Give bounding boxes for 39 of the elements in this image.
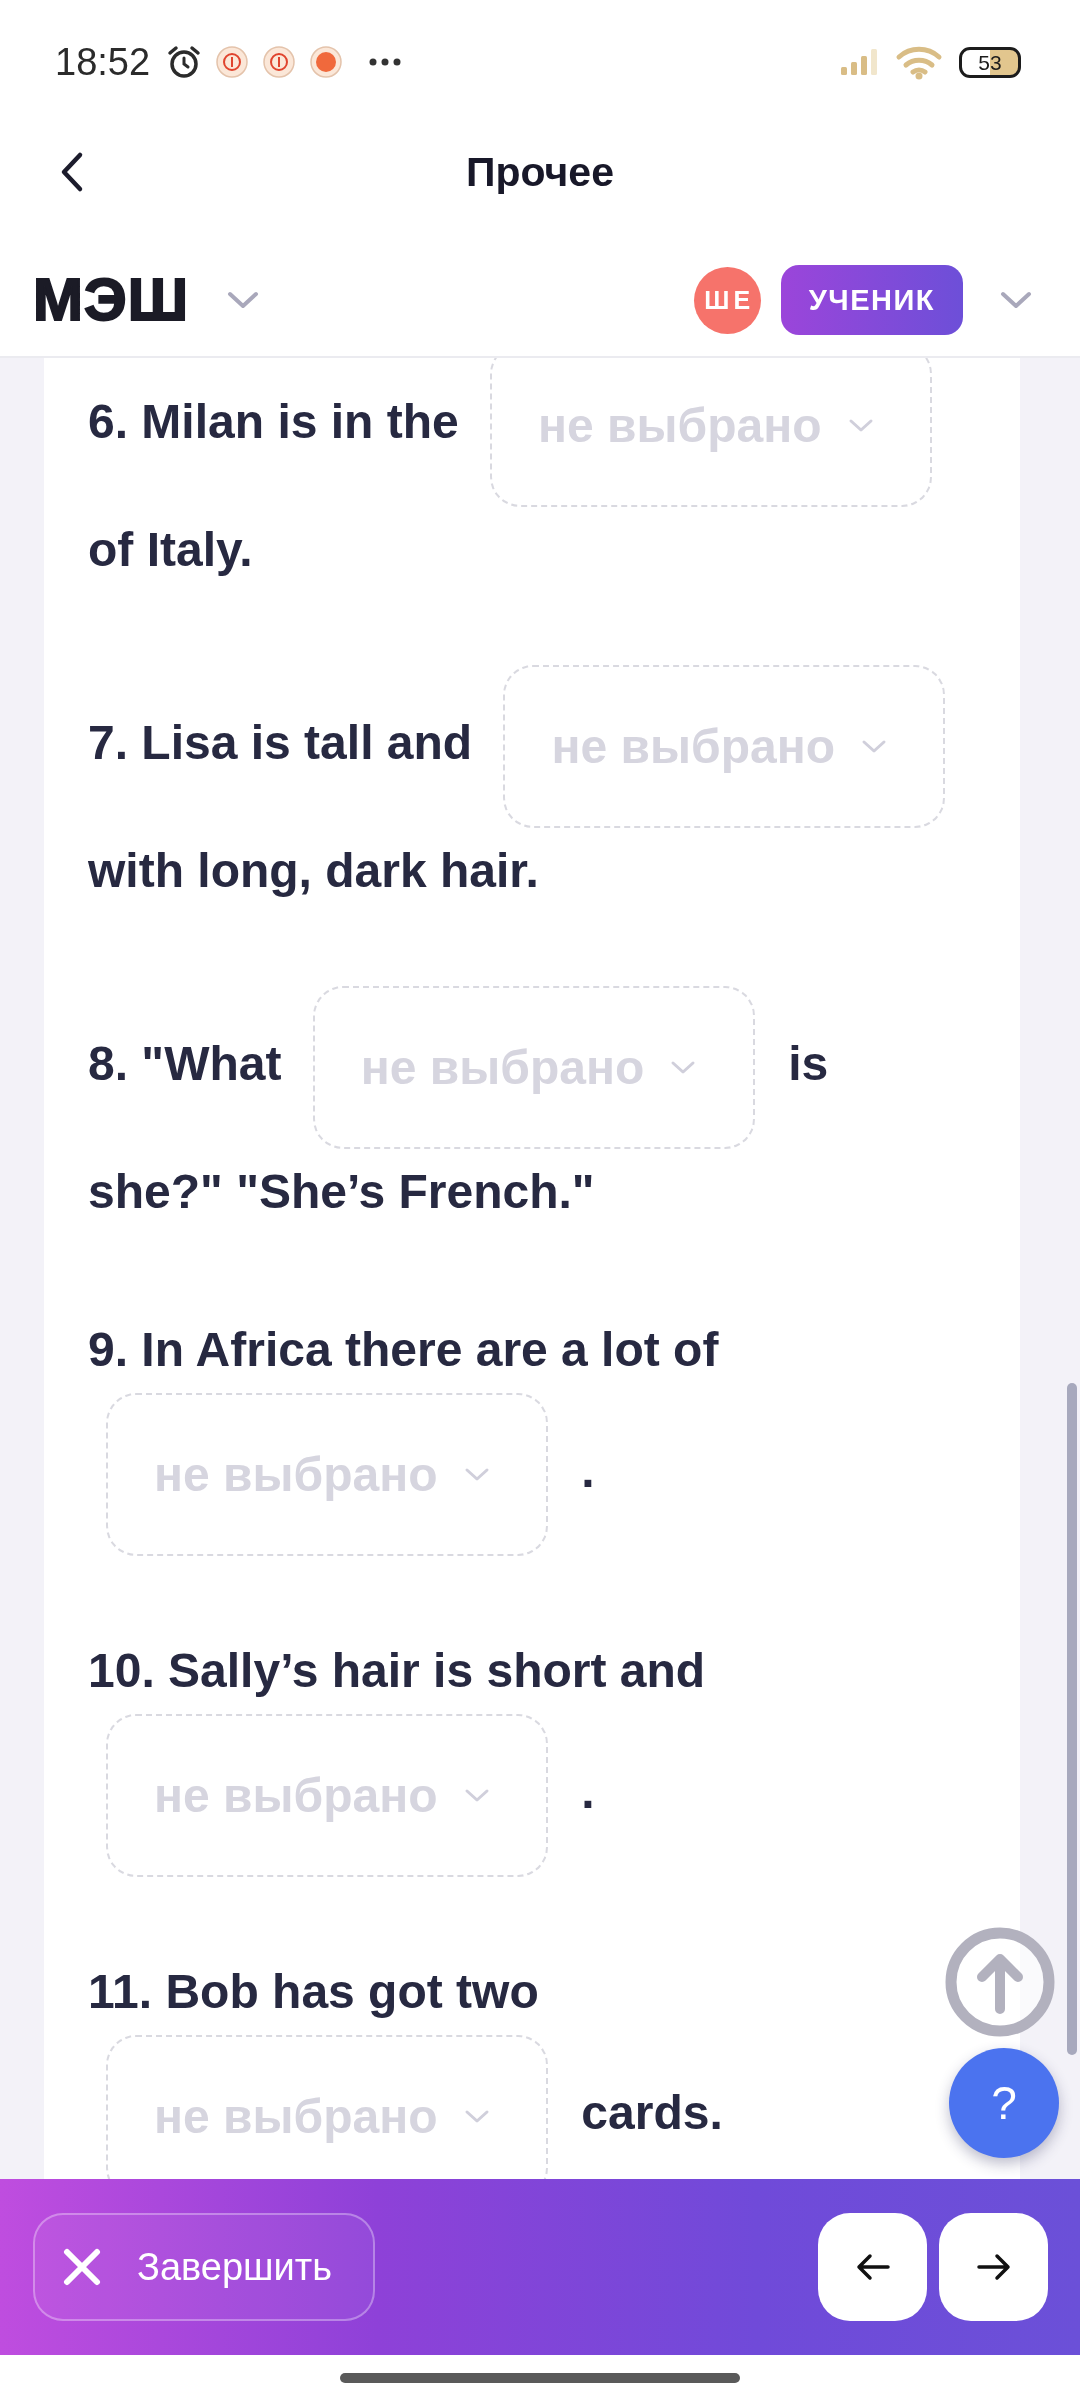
question-text: of Italy. bbox=[88, 523, 253, 576]
chevron-down-icon bbox=[463, 1466, 490, 1483]
app-notification-icon bbox=[216, 46, 249, 78]
page-title: Прочее bbox=[466, 148, 614, 196]
question-text: . bbox=[581, 1765, 595, 1819]
arrow-left-icon bbox=[854, 2253, 891, 2281]
next-button[interactable] bbox=[939, 2213, 1048, 2321]
chevron-down-icon bbox=[847, 417, 874, 434]
question-text: 8. "What bbox=[88, 1037, 282, 1091]
question-text: with long, dark hair. bbox=[88, 844, 539, 897]
chevron-down-icon bbox=[670, 1059, 697, 1076]
signal-icon bbox=[841, 49, 879, 75]
more-dots-icon bbox=[369, 58, 402, 66]
close-icon bbox=[63, 2248, 101, 2286]
wifi-icon bbox=[895, 44, 943, 80]
question-text: 10. Sally’s hair is short and bbox=[88, 1644, 706, 1697]
question-text: cards. bbox=[581, 2086, 723, 2140]
chevron-down-icon bbox=[861, 738, 887, 755]
app-logo: МЭШ bbox=[33, 270, 189, 330]
user-avatar[interactable]: ШЕ bbox=[693, 266, 761, 334]
question-text: is bbox=[788, 1037, 829, 1091]
chevron-down-icon bbox=[463, 2108, 490, 2125]
alarm-clock-icon bbox=[167, 45, 202, 79]
battery-indicator: 53 bbox=[959, 46, 1021, 78]
question-text: 9. In Africa there are a lot of bbox=[88, 1323, 719, 1376]
role-button[interactable]: УЧЕНИК bbox=[780, 265, 963, 335]
home-indicator[interactable] bbox=[340, 2372, 740, 2383]
question-text: she?" "She’s French." bbox=[88, 1165, 595, 1218]
arrow-right-icon bbox=[975, 2253, 1012, 2281]
question-text: 7. Lisa is tall and bbox=[88, 716, 473, 770]
question-text: . bbox=[581, 1444, 595, 1498]
question-text: 11. Bob has got two bbox=[88, 1965, 539, 2018]
previous-button[interactable] bbox=[818, 2213, 927, 2321]
app-notification-icon bbox=[263, 46, 296, 78]
app-notification-icon bbox=[310, 46, 343, 78]
chevron-down-icon bbox=[463, 1787, 490, 1804]
question-text: 6. Milan is in the bbox=[88, 395, 459, 449]
finish-button[interactable]: Завершить bbox=[33, 2213, 375, 2321]
status-time: 18:52 bbox=[55, 40, 151, 84]
